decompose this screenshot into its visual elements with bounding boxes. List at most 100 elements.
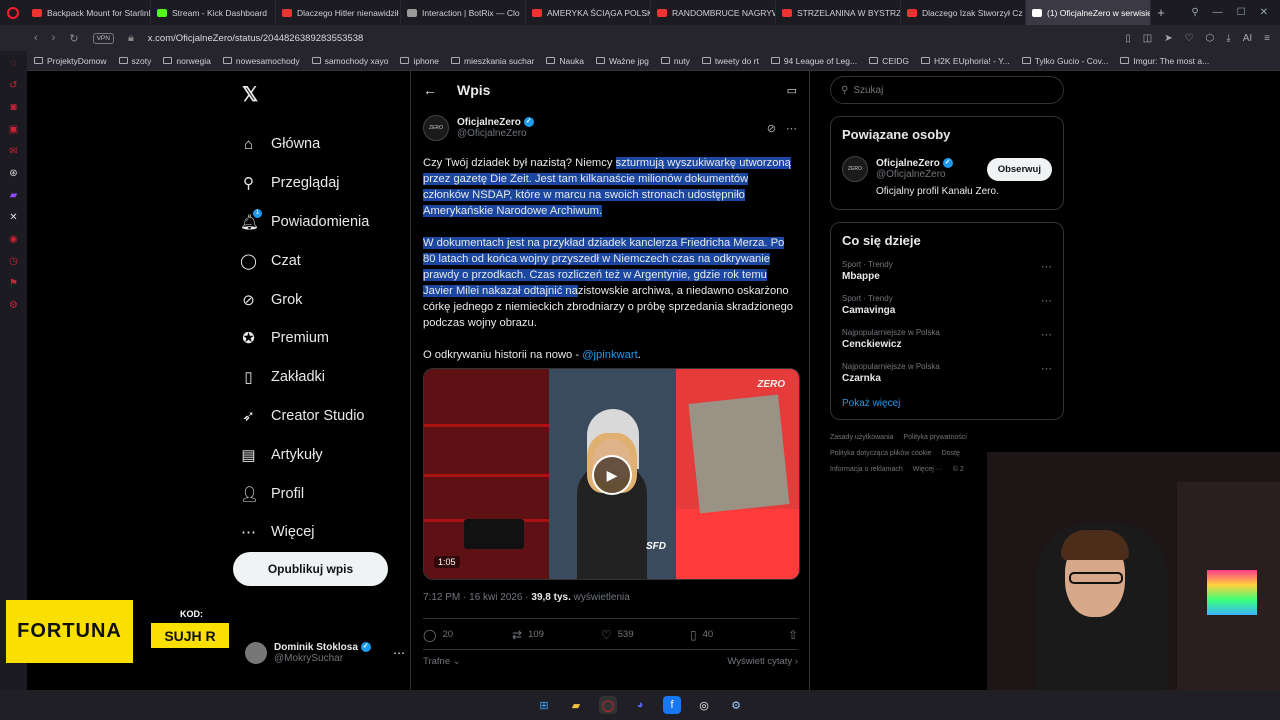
bookmark-page-icon[interactable]: ▯ xyxy=(1125,33,1131,44)
browser-tab[interactable]: Dlaczego Hitler nienawidził xyxy=(276,0,401,25)
footer-link[interactable]: © 2 xyxy=(953,462,964,478)
account-more-icon[interactable]: ⋯ xyxy=(393,646,405,660)
sidebar-messenger-icon[interactable]: ◌ xyxy=(11,58,17,69)
bookmark-item[interactable]: tweety do rt xyxy=(701,56,759,66)
repost-button[interactable]: ⇄ 109 xyxy=(512,628,601,642)
footer-link[interactable]: Polityka dotycząca plików cookie xyxy=(830,446,932,462)
trend-item[interactable]: Sport · Trendy Mbappe ⋯ xyxy=(842,260,1052,282)
browser-tab[interactable]: Backpack Mount for Starlink xyxy=(26,0,151,25)
author-avatar[interactable]: ZERO xyxy=(423,115,449,141)
browser-tab[interactable]: Dlaczego Izak Stworzył Cz xyxy=(901,0,1026,25)
sidebar-history-icon[interactable]: ↺ xyxy=(9,80,17,91)
heart-icon[interactable]: ♡ xyxy=(1185,33,1194,44)
bookmark-item[interactable]: Tylko Gucio - Cov... xyxy=(1021,56,1108,66)
browser-tab[interactable]: (1) OficjalneZero w serwisie xyxy=(1026,0,1151,25)
nav-item-bookmark[interactable]: ▯ Zakładki xyxy=(240,358,410,397)
sidebar-bag-icon[interactable]: ◙ xyxy=(10,102,16,113)
bookmark-item[interactable]: H2K EUphoria! - Y... xyxy=(921,56,1010,66)
trend-item[interactable]: Najpopularniejsze w Polska Cenckiewicz ⋯ xyxy=(842,328,1052,350)
play-icon[interactable]: ▶ xyxy=(592,455,632,495)
account-switcher[interactable]: Dominik Stoklosa ✓ @MokrySuchar ⋯ xyxy=(245,642,405,664)
footer-link[interactable]: Więcej ··· xyxy=(913,462,943,478)
forward-nav-icon[interactable]: › xyxy=(52,32,56,44)
bookmark-item[interactable]: CEIDG xyxy=(869,56,909,66)
mention-link[interactable]: @jpinkwart xyxy=(582,349,638,361)
sidebar-settings-icon[interactable]: ⚙ xyxy=(9,300,18,311)
sidebar-player-icon[interactable]: ◉ xyxy=(9,234,18,245)
related-person[interactable]: ZERO OficjalneZero ✓ @OficjalneZero Obse… xyxy=(842,156,1052,182)
browser-tab[interactable]: AMERYKA ŚCIĄGA POLSK xyxy=(526,0,651,25)
discord-icon[interactable]: ◕ xyxy=(631,696,649,714)
nav-item-search[interactable]: ⚲ Przeglądaj xyxy=(240,164,410,203)
bookmark-button[interactable]: ▯ 40 xyxy=(690,628,779,642)
nav-item-bell[interactable]: 🔔︎ 1 Powiadomienia xyxy=(240,203,410,242)
bookmark-item[interactable]: 94 League of Leg... xyxy=(770,56,857,66)
bookmark-item[interactable]: Imgur: The most a... xyxy=(1120,56,1209,66)
download-icon[interactable]: ⤓ xyxy=(1226,33,1230,44)
bookmark-item[interactable]: iphone xyxy=(400,56,439,66)
bookmark-item[interactable]: norwegia xyxy=(163,56,211,66)
like-button[interactable]: ♡ 539 xyxy=(601,628,690,642)
show-more-link[interactable]: Pokaż więcej xyxy=(842,398,1052,409)
nav-item-more[interactable]: ⋯ Więcej xyxy=(240,513,410,552)
share-icon[interactable]: ⇧ xyxy=(788,628,798,642)
footer-link[interactable]: Zasady użytkowania xyxy=(830,430,893,446)
search-tabs-icon[interactable]: ⚲ xyxy=(1191,7,1198,18)
windows-start-icon[interactable]: ⊞ xyxy=(535,696,553,714)
trend-item[interactable]: Najpopularniejsze w Polska Czarnka ⋯ xyxy=(842,362,1052,384)
reader-mode-icon[interactable]: ▭ xyxy=(787,84,797,97)
browser-tab[interactable]: Stream - Kick Dashboard xyxy=(151,0,276,25)
video-player[interactable]: ZERO SFD ▶ 1:05 xyxy=(423,368,800,580)
nav-item-grok[interactable]: ⊘ Grok xyxy=(240,280,410,319)
x-logo-icon[interactable]: 𝕏 xyxy=(242,82,410,107)
minimize-icon[interactable]: — xyxy=(1213,7,1223,18)
nav-item-home[interactable]: ⌂ Główna xyxy=(240,125,410,164)
reply-button[interactable]: ◯ 20 xyxy=(423,628,512,642)
bookmark-item[interactable]: nowesamochody xyxy=(222,56,300,66)
url-field[interactable]: x.com/OficjalneZero/status/2044826389283… xyxy=(148,33,363,44)
send-icon[interactable]: ➤ xyxy=(1164,33,1172,44)
obs-icon[interactable]: ◎ xyxy=(695,696,713,714)
sidebar-pin-icon[interactable]: ⚑ xyxy=(9,278,18,289)
ai-icon[interactable]: AI xyxy=(1243,33,1252,44)
trend-more-icon[interactable]: ⋯ xyxy=(1041,260,1052,273)
footer-link[interactable]: Polityka prywatności xyxy=(903,430,966,446)
reload-icon[interactable]: ↻ xyxy=(69,32,78,45)
maximize-icon[interactable]: ☐ xyxy=(1237,7,1246,18)
browser-tab[interactable]: Interaction | BotRix — Clo xyxy=(401,0,526,25)
opera-taskbar-icon[interactable]: ◯ xyxy=(599,696,617,714)
nav-item-articles[interactable]: ▤ Artykuły xyxy=(240,435,410,474)
publish-post-button[interactable]: Opublikuj wpis xyxy=(233,552,388,586)
steam-icon[interactable]: ⚙ xyxy=(727,696,745,714)
back-arrow-icon[interactable]: ← xyxy=(423,82,437,98)
bookmark-item[interactable]: Nauka xyxy=(546,56,584,66)
bookmark-item[interactable]: mieszkania suchar xyxy=(451,56,534,66)
trend-item[interactable]: Sport · Trendy Camavinga ⋯ xyxy=(842,294,1052,316)
vpn-badge[interactable]: VPN xyxy=(92,32,114,44)
extensions-icon[interactable]: ⬡ xyxy=(1206,33,1215,44)
opera-logo-icon[interactable] xyxy=(0,0,26,25)
footer-link[interactable]: Informacja o reklamach xyxy=(830,462,903,478)
sidebar-clock-icon[interactable]: ◷ xyxy=(9,256,18,267)
new-tab-icon[interactable]: + xyxy=(1151,5,1171,20)
post-time[interactable]: 7:12 PM · 16 kwi 2026 · xyxy=(423,592,531,603)
sidebar-mail-icon[interactable]: ✉ xyxy=(9,146,17,157)
search-input[interactable]: ⚲ Szukaj xyxy=(830,76,1064,104)
author-name[interactable]: OficjalneZero ✓ xyxy=(457,117,534,128)
nav-item-profile[interactable]: 👤︎ Profil xyxy=(240,474,410,513)
grok-explain-icon[interactable]: ⊘ xyxy=(767,122,776,135)
menu-icon[interactable]: ≡ xyxy=(1264,33,1270,44)
related-avatar[interactable]: ZERO xyxy=(842,156,868,182)
author-handle[interactable]: @OficjalneZero xyxy=(457,128,534,139)
bookmark-item[interactable]: Ważne jpg xyxy=(595,56,649,66)
bookmark-item[interactable]: nuty xyxy=(660,56,690,66)
sidebar-x-icon[interactable]: ✕ xyxy=(9,212,17,223)
trend-more-icon[interactable]: ⋯ xyxy=(1041,362,1052,375)
footer-link[interactable]: Dostę xyxy=(942,446,960,462)
file-explorer-icon[interactable]: ▰ xyxy=(567,696,585,714)
sort-dropdown[interactable]: Trafne ⌄ xyxy=(423,656,461,667)
browser-tab[interactable]: STRZELANINA W BYSTRZ xyxy=(776,0,901,25)
follow-button[interactable]: Obserwuj xyxy=(986,157,1052,181)
sidebar-news-icon[interactable]: ▣ xyxy=(9,124,18,135)
facebook-icon[interactable]: f xyxy=(663,696,681,714)
